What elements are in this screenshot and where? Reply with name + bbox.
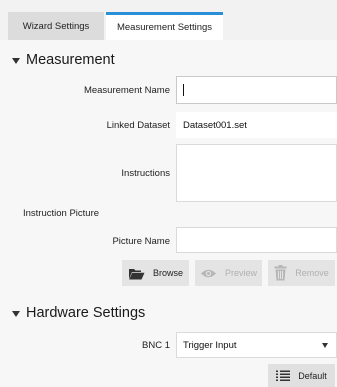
measurement-section-title: Measurement (26, 52, 115, 68)
bnc1-select[interactable]: Trigger Input (176, 332, 337, 358)
instructions-label: Instructions (121, 168, 170, 179)
folder-open-icon (128, 267, 145, 280)
measurement-section-header[interactable]: Measurement (12, 52, 115, 68)
remove-button[interactable]: Remove (268, 260, 335, 286)
list-icon (276, 370, 291, 382)
collapse-triangle-icon[interactable] (12, 311, 20, 317)
instruction-picture-label: Instruction Picture (23, 208, 100, 219)
tab-bar: Wizard Settings Measurement Settings (0, 0, 337, 40)
collapse-triangle-icon[interactable] (12, 58, 20, 64)
bnc1-label: BNC 1 (142, 340, 170, 351)
instructions-textarea[interactable] (176, 144, 337, 202)
hardware-section-title: Hardware Settings (26, 305, 146, 321)
picture-name-input[interactable] (176, 227, 337, 253)
text-caret (183, 84, 184, 96)
linked-dataset-label: Linked Dataset (106, 120, 170, 131)
default-button[interactable]: Default (268, 364, 335, 387)
settings-panel: Measurement Measurement Name Linked Data… (0, 40, 337, 387)
preview-button[interactable]: Preview (195, 260, 262, 286)
eye-icon (200, 268, 217, 279)
tab-wizard-settings[interactable]: Wizard Settings (8, 12, 104, 40)
trash-icon (274, 265, 287, 281)
tab-measurement-settings[interactable]: Measurement Settings (106, 12, 223, 40)
browse-button[interactable]: Browse (122, 260, 189, 286)
measurement-name-label: Measurement Name (83, 85, 170, 96)
chevron-down-icon (322, 343, 328, 348)
picture-name-label: Picture Name (112, 236, 170, 247)
measurement-name-input[interactable] (176, 76, 337, 104)
linked-dataset-value: Dataset001.set (176, 112, 337, 138)
hardware-section-header[interactable]: Hardware Settings (12, 305, 145, 321)
